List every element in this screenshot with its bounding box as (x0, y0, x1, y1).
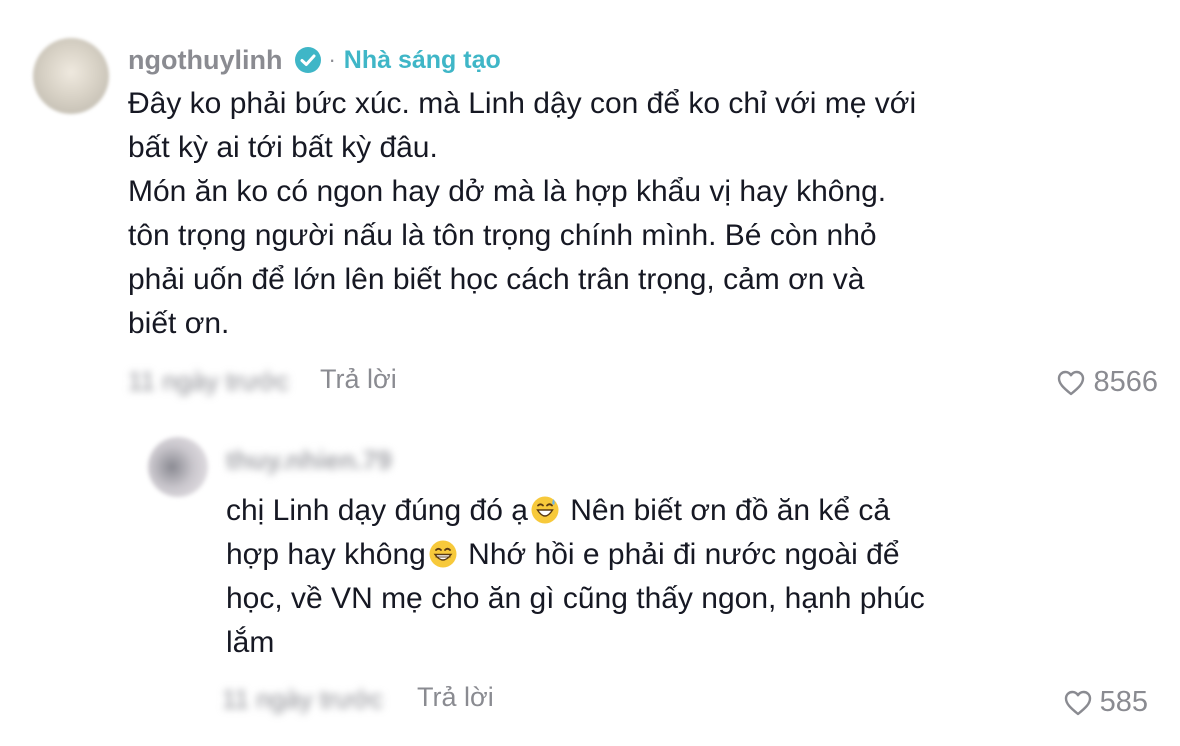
comment-line: Đây ko phải bức xúc. mà Linh dậy con để … (128, 87, 917, 120)
comment-line: bất kỳ ai tới bất kỳ đâu. (128, 131, 438, 164)
reply-button[interactable]: Trả lời (320, 364, 397, 395)
like-count: 8566 (1093, 366, 1158, 398)
comment-line: phải uốn để lớn lên biết học cách trân t… (128, 263, 865, 296)
heart-icon (1064, 690, 1091, 715)
comment-line: tôn trọng người nấu là tôn trọng chính m… (128, 219, 877, 252)
reply-text-segment: Nhớ hồi e phải đi nước ngoài để (459, 538, 900, 571)
separator-dot: · (328, 47, 336, 72)
username[interactable]: thuy.nhien.79 (226, 445, 392, 476)
reply-button[interactable]: Trả lời (417, 682, 494, 713)
reply-timestamp: 11 ngày trước (222, 684, 384, 714)
like-count: 585 (1099, 686, 1148, 718)
grinning-sweat-emoji-icon (531, 496, 559, 524)
reply-text-segment: chị Linh dạy đúng đó ạ (226, 494, 528, 527)
grinning-emoji-icon (429, 540, 457, 568)
avatar[interactable] (33, 38, 109, 114)
like-button[interactable]: 585 (1064, 686, 1148, 719)
reply-text-segment: hợp hay không (226, 538, 426, 571)
comment-text: Đây ko phải bức xúc. mà Linh dậy con để … (128, 82, 1088, 346)
comment-header: ngothuylinh · Nhà sáng tạo (128, 40, 501, 80)
reply-text-segment: Nên biết ơn đồ ăn kể cả (561, 494, 891, 527)
comment-timestamp: 11 ngày trước (128, 366, 290, 396)
creator-badge: Nhà sáng tạo (343, 45, 501, 74)
reply-text-segment: học, về VN mẹ cho ăn gì cũng thấy ngon, … (226, 582, 925, 615)
verified-badge-icon (295, 47, 322, 73)
like-button[interactable]: 8566 (1057, 366, 1158, 399)
comment-line: biết ơn. (128, 307, 230, 340)
reply-text: chị Linh dạy đúng đó ạ Nên biết ơn đồ ăn… (226, 489, 1106, 665)
reply-text-segment: lắm (226, 626, 275, 659)
username[interactable]: ngothuylinh (128, 45, 282, 76)
avatar[interactable] (148, 437, 208, 497)
comment-line: Món ăn ko có ngon hay dở mà là hợp khẩu … (128, 175, 887, 208)
heart-icon (1058, 370, 1085, 395)
